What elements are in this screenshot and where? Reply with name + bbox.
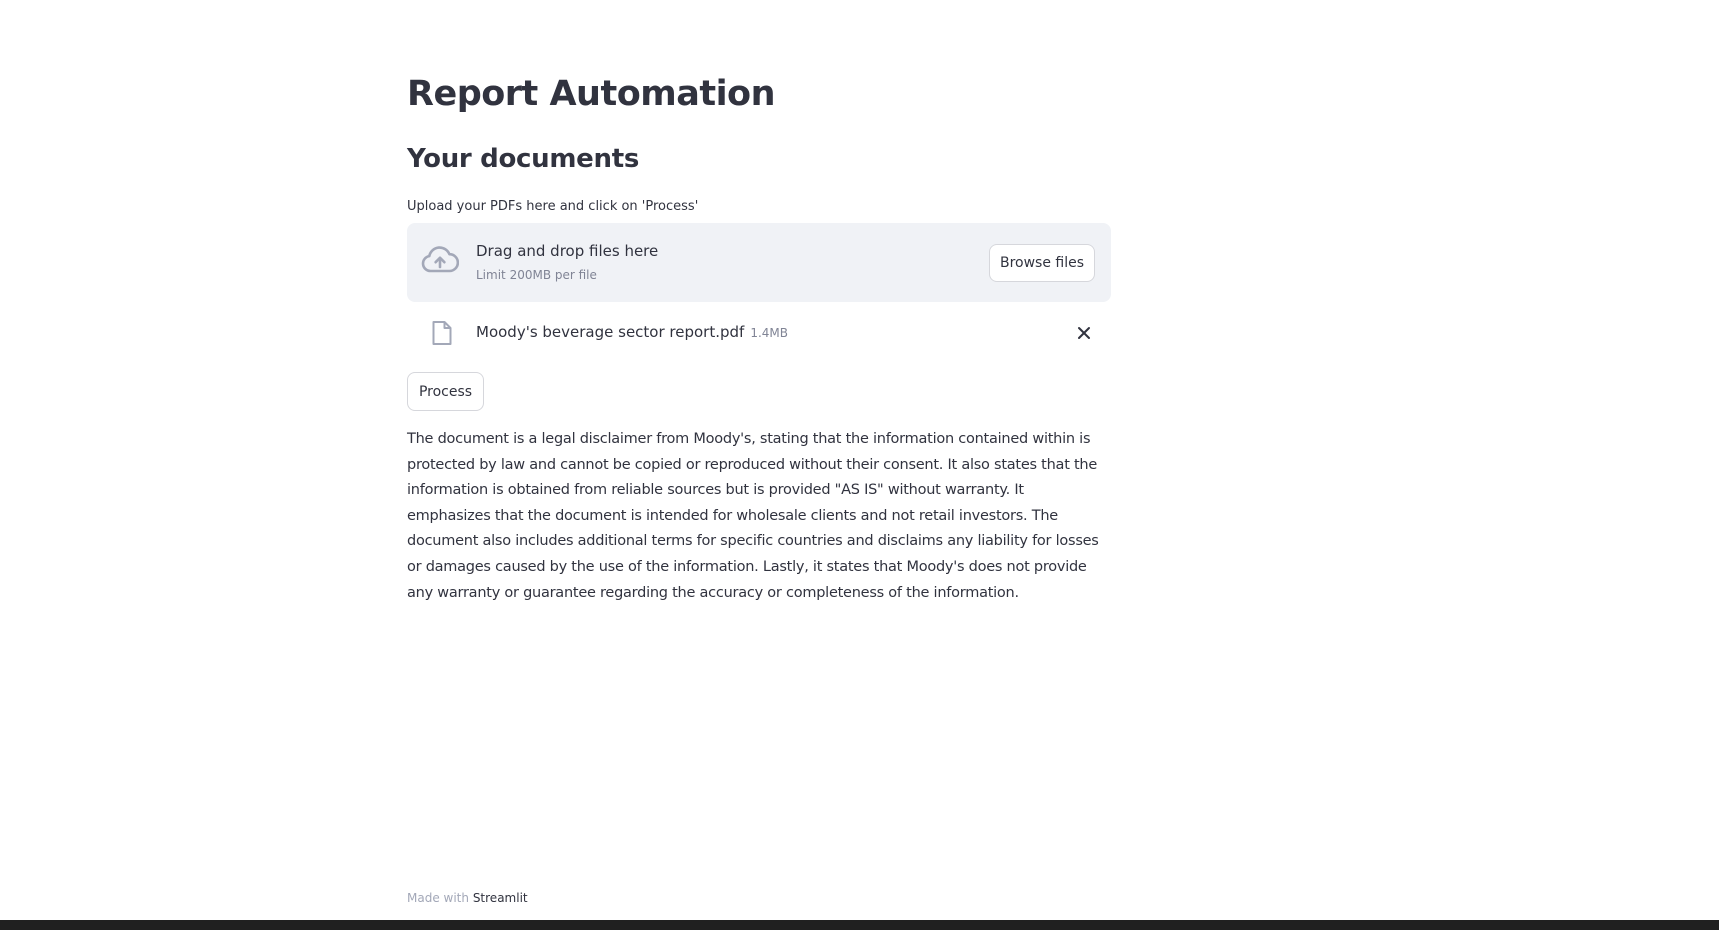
file-dropzone[interactable]: Drag and drop files here Limit 200MB per… (407, 223, 1111, 302)
dropzone-limit: Limit 200MB per file (476, 268, 597, 282)
uploaded-file-name: Moody's beverage sector report.pdf (476, 323, 745, 341)
file-icon (431, 320, 453, 346)
section-subheader: Your documents (407, 144, 640, 174)
footer: Made with Streamlit (407, 891, 528, 905)
uploaded-file-size: 1.4MB (750, 326, 788, 340)
dropzone-instructions: Drag and drop files here (476, 242, 659, 260)
uploaded-file-label: Moody's beverage sector report.pdf 1.4MB (476, 323, 788, 341)
footer-prefix: Made with (407, 891, 469, 905)
uploaded-file-row: Moody's beverage sector report.pdf 1.4MB (407, 316, 1111, 350)
page-title: Report Automation (407, 74, 776, 114)
close-icon (1073, 327, 1095, 347)
browse-files-button[interactable]: Browse files (989, 244, 1095, 282)
taskbar (0, 920, 1719, 930)
remove-file-button[interactable] (1073, 322, 1095, 344)
process-button[interactable]: Process (407, 372, 484, 411)
uploader-label: Upload your PDFs here and click on 'Proc… (407, 199, 699, 214)
cloud-upload-icon (421, 245, 460, 275)
footer-streamlit-link[interactable]: Streamlit (473, 891, 528, 905)
summary-text: The document is a legal disclaimer from … (407, 431, 1099, 601)
